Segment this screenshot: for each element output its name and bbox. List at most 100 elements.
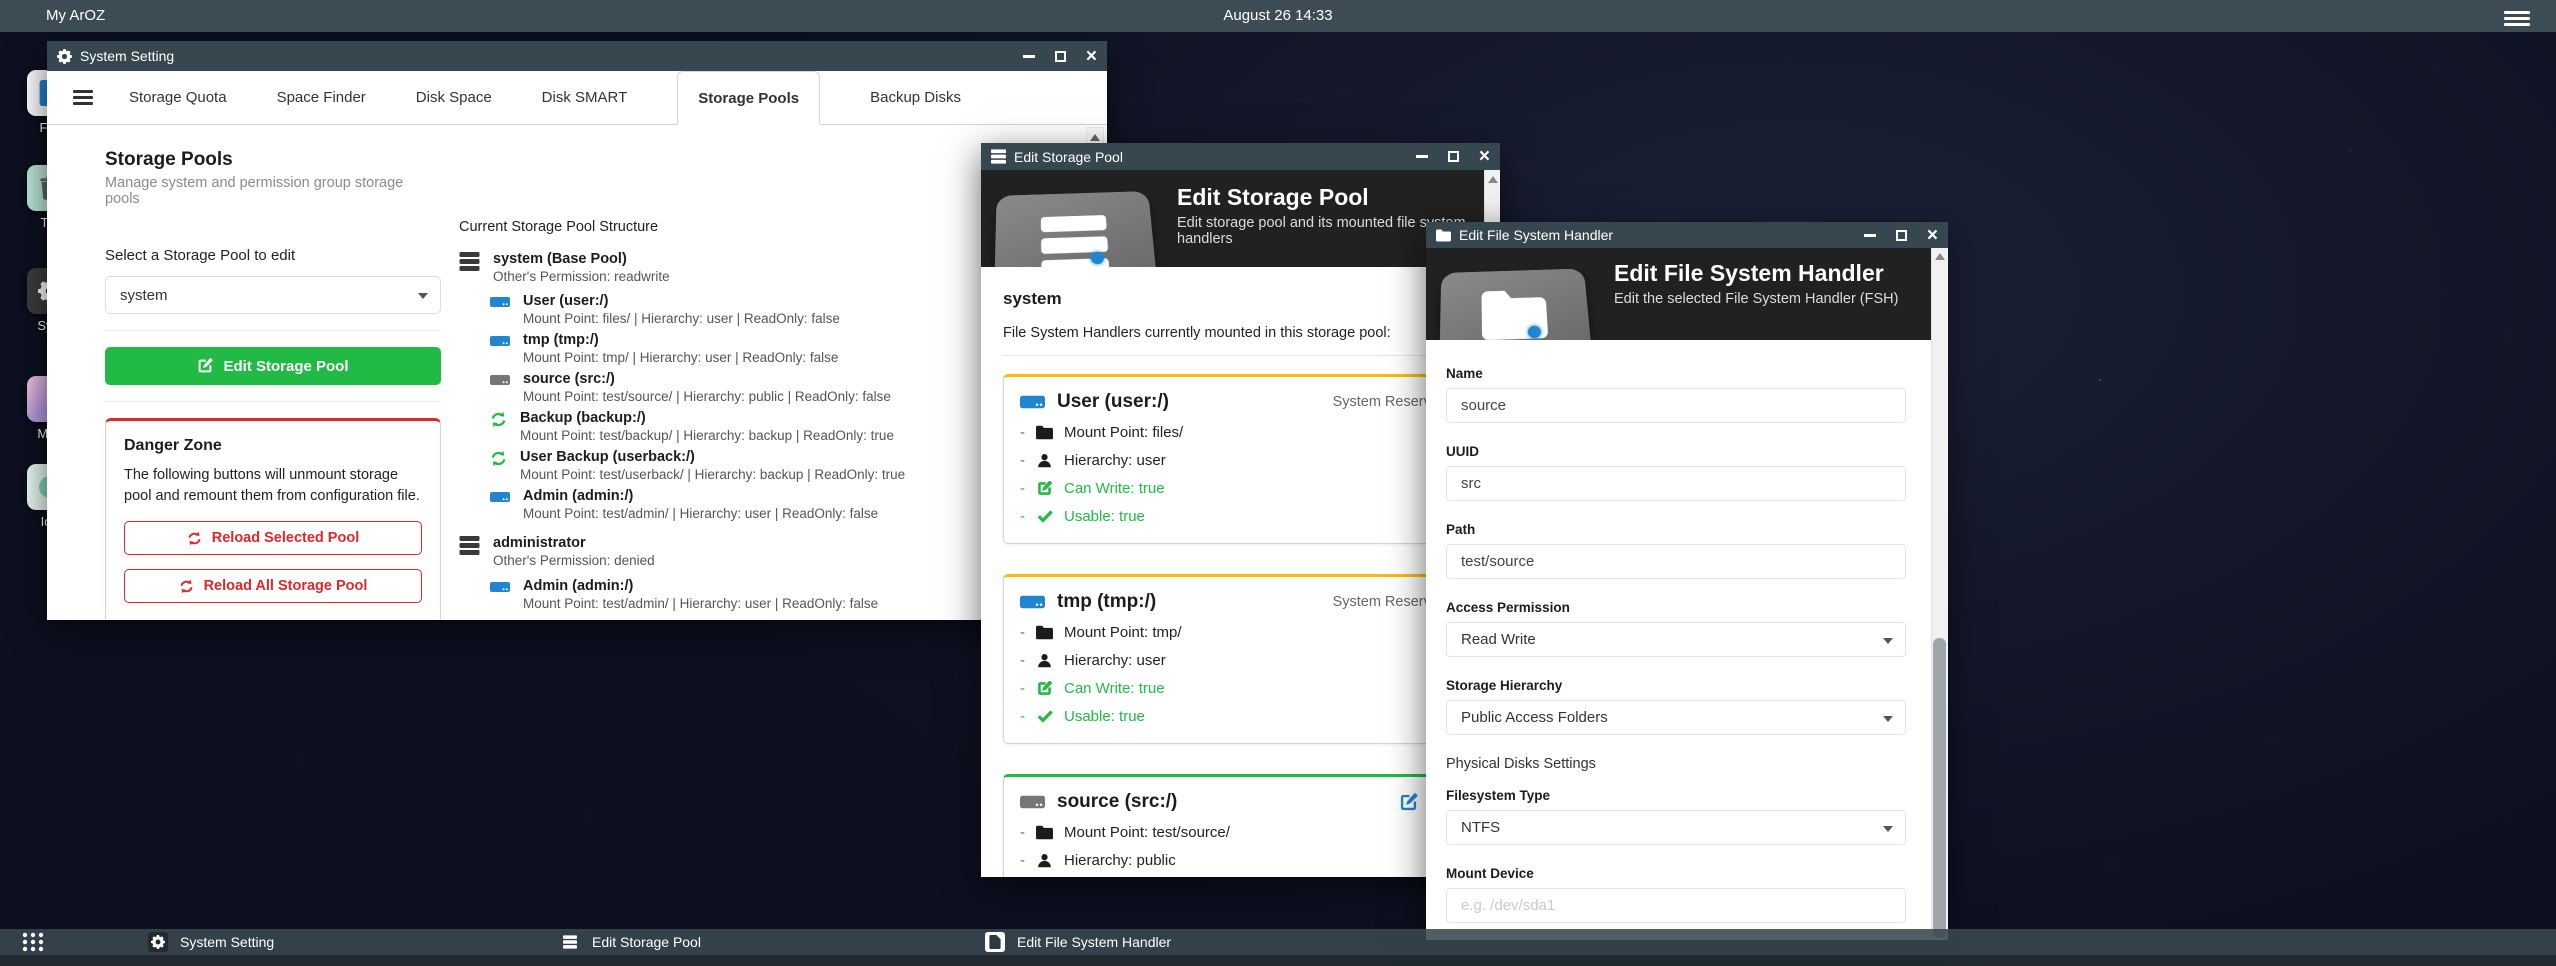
filesystem-type-select[interactable]: NTFS [1446,810,1906,845]
server-art-icon [993,191,1162,267]
window-title: Edit File System Handler [1459,227,1613,243]
scrollbar[interactable] [1931,248,1948,940]
path-label: Path [1446,522,1906,537]
window-system-setting: System Setting × Storage Quota Space Fin… [47,41,1107,620]
taskbar-item-system-setting[interactable]: System Setting [148,929,274,955]
edit-icon [197,358,213,374]
edit-storage-pool-titlebar[interactable]: Edit Storage Pool × [981,143,1500,170]
taskbar: System Setting Edit Storage Pool Edit Fi… [0,929,2556,955]
folder-icon [1036,825,1053,840]
hdd-icon [490,579,510,595]
tab-storage-quota[interactable]: Storage Quota [129,71,227,124]
danger-zone: Danger Zone The following buttons will u… [105,418,441,620]
uuid-field[interactable] [1446,466,1906,501]
chevron-down-icon [1883,826,1893,832]
path-field[interactable] [1446,544,1906,579]
reload-selected-pool-button[interactable]: Reload Selected Pool [124,521,422,555]
close-button[interactable]: × [1086,51,1097,62]
tab-disk-space[interactable]: Disk Space [416,71,492,124]
name-label: Name [1446,366,1906,381]
reload-all-pool-button[interactable]: Reload All Storage Pool [124,569,422,603]
edit-storage-pool-button[interactable]: Edit Storage Pool [105,347,441,385]
check-icon [1036,509,1053,524]
page-subtitle: Manage system and permission group stora… [105,175,441,207]
access-permission-select[interactable]: Read Write [1446,622,1906,657]
edit-fsh-form: Name UUID Path Access Permission Read Wr… [1426,340,1931,940]
window-edit-fsh: Edit File System Handler × Edit File Sys… [1426,222,1948,940]
pool-select[interactable]: system [105,276,441,314]
minimize-button[interactable] [1864,234,1876,237]
edit-fsh-titlebar[interactable]: Edit File System Handler × [1426,222,1948,248]
close-button[interactable]: × [1479,151,1490,162]
storage-pools-panel: Storage Pools Manage system and permissi… [47,125,1107,620]
page-title: Storage Pools [105,149,441,171]
danger-zone-title: Danger Zone [124,437,422,455]
tab-disk-smart[interactable]: Disk SMART [542,71,628,124]
edit-icon [1036,681,1053,696]
maximize-button[interactable] [1055,51,1066,62]
access-permission-label: Access Permission [1446,600,1906,615]
server-icon [563,935,577,949]
storage-hierarchy-select[interactable]: Public Access Folders [1446,700,1906,735]
clock: August 26 14:33 [0,7,2556,24]
user-icon [1036,653,1053,668]
fsh-card-tmp: tmp (tmp:/) System Reserved -Mount Point… [1003,574,1464,744]
uuid-label: UUID [1446,444,1906,459]
server-icon [991,149,1006,164]
hdd-icon [1020,792,1045,812]
taskbar-item-edit-fsh[interactable]: Edit File System Handler [985,929,1171,955]
chevron-down-icon [418,293,428,299]
sync-icon [490,450,507,467]
refresh-icon [179,579,194,594]
fsh-card-user: User (user:/) System Reserved -Mount Poi… [1003,374,1464,544]
maximize-button[interactable] [1896,230,1907,241]
window-title: Edit Storage Pool [1014,149,1123,165]
edit-storage-pool-body: system File System Handlers currently mo… [981,267,1484,877]
settings-tabbar: Storage Quota Space Finder Disk Space Di… [47,71,1107,125]
hdd-icon [490,489,510,505]
filesystem-type-label: Filesystem Type [1446,788,1906,803]
tab-storage-pools[interactable]: Storage Pools [677,71,820,125]
fsh-card-source: source (src:/) -Mount Point: test/source… [1003,774,1464,877]
edit-storage-pool-header: Edit Storage Pool Edit storage pool and … [981,170,1500,267]
app-launcher-icon[interactable] [22,932,44,952]
user-icon [1036,453,1053,468]
tab-backup-disks[interactable]: Backup Disks [870,71,961,124]
select-pool-label: Select a Storage Pool to edit [105,247,441,264]
pool-name-heading: system [1003,289,1464,309]
window-edit-storage-pool: Edit Storage Pool × Edit Storage Pool Ed… [981,143,1500,877]
hdd-icon [490,333,510,349]
refresh-icon [187,531,202,546]
server-icon [459,252,480,271]
window-title: System Setting [80,48,174,64]
taskbar-item-edit-storage-pool[interactable]: Edit Storage Pool [560,929,701,955]
hdd-icon [490,372,510,388]
folder-icon [1036,425,1053,440]
mount-device-field[interactable] [1446,888,1906,923]
system-setting-titlebar[interactable]: System Setting × [47,41,1107,71]
edit-fsh-icon[interactable] [1399,793,1418,812]
minimize-button[interactable] [1416,155,1428,158]
hdd-icon [1020,392,1045,412]
top-bar: My ArOZ August 26 14:33 [0,0,2556,32]
chevron-down-icon [1883,638,1893,644]
folder-art-icon [1438,268,1596,340]
danger-zone-text: The following buttons will unmount stora… [124,465,422,507]
folder-icon [1436,228,1451,243]
tab-space-finder[interactable]: Space Finder [277,71,366,124]
close-button[interactable]: × [1927,230,1938,241]
name-field[interactable] [1446,388,1906,423]
chevron-down-icon [1883,716,1893,722]
physical-disks-heading: Physical Disks Settings [1446,756,1906,772]
minimize-button[interactable] [1023,55,1035,58]
menu-icon[interactable] [2504,8,2530,29]
maximize-button[interactable] [1448,151,1459,162]
mounted-text: File System Handlers currently mounted i… [1003,325,1464,341]
scrollbar-thumb[interactable] [1933,638,1946,938]
folder-icon [1036,625,1053,640]
edit-icon [1036,481,1053,496]
gear-icon [151,935,165,949]
mount-device-label: Mount Device [1446,866,1906,881]
tab-menu-icon[interactable] [73,87,93,108]
header-subtitle: Edit the selected File System Handler (F… [1614,291,1948,307]
